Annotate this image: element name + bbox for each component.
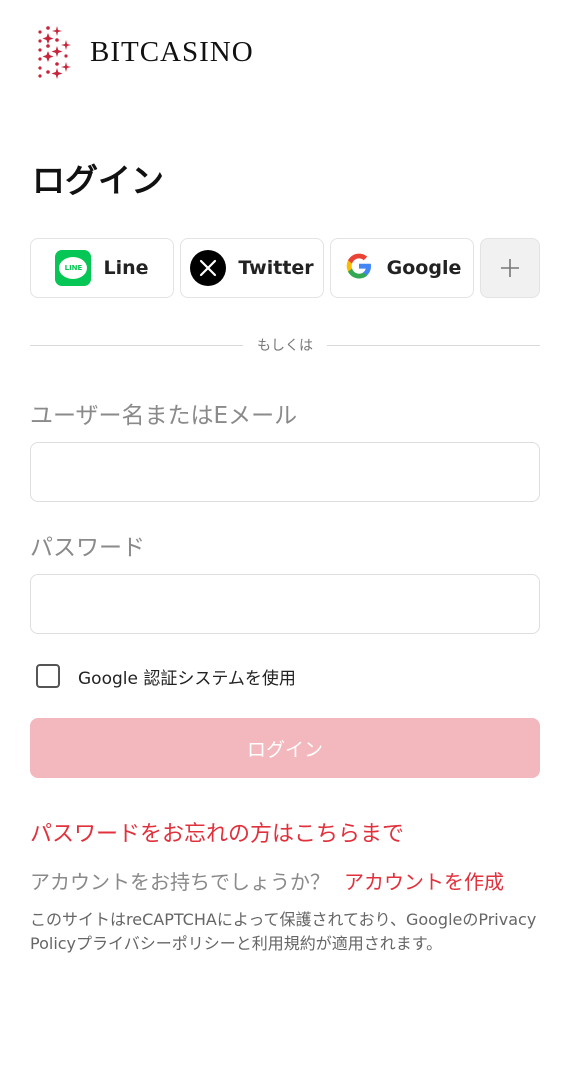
username-label: ユーザー名またはEメール bbox=[30, 403, 298, 429]
recaptcha-notice: このサイトはreCAPTCHAによって保護されており、GoogleのPrivac… bbox=[30, 910, 537, 953]
line-login-label: Line bbox=[103, 257, 149, 279]
line-icon: LINE bbox=[55, 250, 92, 286]
brand-name: BITCASINO bbox=[90, 35, 254, 68]
password-input[interactable] bbox=[30, 574, 540, 634]
forgot-password-link[interactable]: パスワードをお忘れの方はこちらまで bbox=[30, 816, 404, 848]
signup-row: アカウントをお持ちでしょうか？ アカウントを作成 bbox=[30, 866, 504, 895]
x-icon bbox=[190, 250, 227, 286]
page-title: ログイン bbox=[32, 161, 164, 200]
more-login-options-button[interactable] bbox=[480, 238, 540, 298]
twitter-login-label: Twitter bbox=[238, 257, 314, 279]
google-authenticator-option[interactable]: Google 認証システムを使用 bbox=[36, 663, 296, 689]
google-login-label: Google bbox=[386, 257, 462, 279]
twitter-login-button[interactable]: Twitter bbox=[180, 238, 324, 298]
google-authenticator-label: Google 認証システムを使用 bbox=[78, 668, 296, 689]
username-input[interactable] bbox=[30, 442, 540, 502]
or-divider: もしくは bbox=[30, 335, 540, 355]
create-account-link[interactable]: アカウントを作成 bbox=[344, 866, 504, 895]
brand-logo[interactable]: BITCASINO bbox=[36, 22, 254, 80]
logo-mark-icon bbox=[36, 22, 74, 80]
password-label: パスワード bbox=[30, 535, 145, 561]
google-authenticator-checkbox[interactable] bbox=[36, 664, 60, 688]
google-icon bbox=[343, 250, 375, 286]
plus-icon bbox=[501, 259, 519, 277]
login-button[interactable]: ログイン bbox=[30, 718, 540, 778]
line-login-button[interactable]: LINE Line bbox=[30, 238, 174, 298]
social-login-row: LINE Line Twitter Google bbox=[30, 238, 540, 298]
divider-text: もしくは bbox=[257, 338, 313, 354]
google-login-button[interactable]: Google bbox=[330, 238, 474, 298]
no-account-text: アカウントをお持ちでしょうか？ bbox=[30, 870, 330, 894]
